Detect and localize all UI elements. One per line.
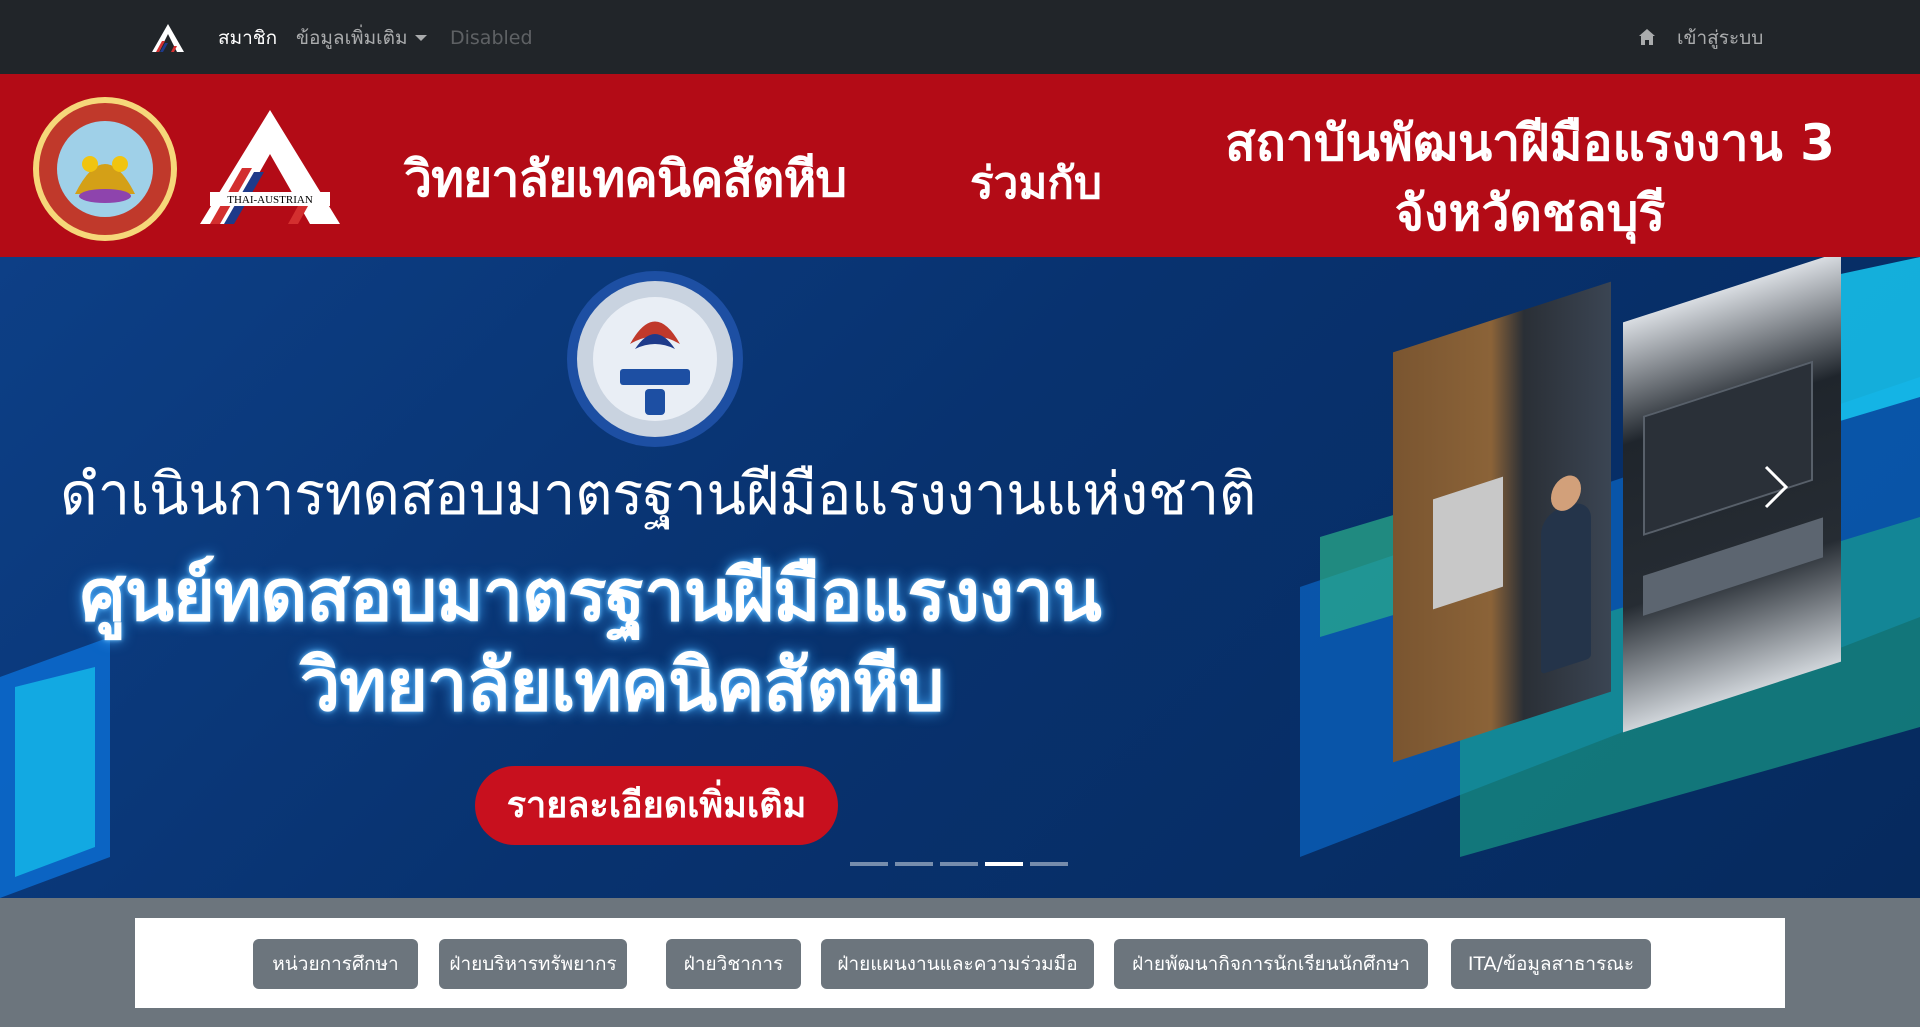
department-nav-panel: หน่วยการศึกษา ฝ่ายบริหารทรัพยากร ฝ่ายวิช… (135, 918, 1785, 1008)
header-banner: THAI-AUSTRIAN วิทยาลัยเทคนิคสัตหีบ ร่วมก… (0, 74, 1920, 257)
caret-down-icon (415, 35, 428, 41)
banner-with-text: ร่วมกับ (970, 158, 1102, 209)
svg-text:THAI-AUSTRIAN: THAI-AUSTRIAN (227, 194, 313, 206)
carousel-indicator-active[interactable] (985, 862, 1023, 866)
dept-button-planning-cooperation[interactable]: ฝ่ายแผนงานและความร่วมมือ (821, 939, 1094, 989)
nav-member-link[interactable]: สมาชิก (218, 26, 277, 50)
more-details-button[interactable]: รายละเอียดเพิ่มเติม (475, 766, 838, 845)
banner-institute-line1: สถาบันพัฒนาฝีมือแรงงาน 3 (1225, 114, 1835, 172)
photo-panel (1433, 476, 1503, 610)
slide-title-line2: วิทยาลัยเทคนิคสัตหีบ (300, 643, 944, 727)
thai-austrian-logo-icon[interactable] (150, 22, 186, 54)
dept-button-ita-public-info[interactable]: ITA/ข้อมูลสาธารณะ (1451, 939, 1651, 989)
dept-button-academic[interactable]: ฝ่ายวิชาการ (666, 939, 801, 989)
thai-austrian-banner-logo: THAI-AUSTRIAN (200, 110, 340, 224)
skill-standard-logo (567, 271, 743, 447)
dept-button-student-affairs[interactable]: ฝ่ายพัฒนากิจการนักเรียนนักศึกษา (1114, 939, 1428, 989)
banner-institute-line2: จังหวัดชลบุรี (1394, 184, 1666, 242)
nav-more-info-label: ข้อมูลเพิ่มเติม (296, 27, 408, 49)
photo-terminal-block (1643, 517, 1823, 616)
slide-subtitle: ดำเนินการทดสอบมาตรฐานฝีมือแรงงานแห่งชาติ (60, 460, 1256, 528)
carousel-indicator[interactable] (895, 862, 933, 866)
slide-photo-plc-panel (1623, 257, 1841, 733)
dept-button-resource-management[interactable]: ฝ่ายบริหารทรัพยากร (439, 939, 627, 989)
login-link[interactable]: เข้าสู่ระบบ (1677, 26, 1763, 50)
nav-more-info-dropdown[interactable]: ข้อมูลเพิ่มเติม (296, 26, 428, 50)
chevron-right-icon[interactable] (1756, 457, 1796, 517)
banner-college-name: วิทยาลัยเทคนิคสัตหีบ (404, 150, 847, 208)
home-icon[interactable] (1637, 27, 1657, 47)
nav-disabled-link: Disabled (450, 27, 533, 49)
slide-photo-electrical-board (1393, 281, 1611, 763)
carousel-indicators (850, 862, 1070, 868)
banner-institute-name: สถาบันพัฒนาฝีมือแรงงาน 3 จังหวัดชลบุรี (1160, 108, 1900, 248)
dept-button-education-unit[interactable]: หน่วยการศึกษา (253, 939, 418, 989)
carousel-indicator[interactable] (1030, 862, 1068, 866)
carousel-indicator[interactable] (940, 862, 978, 866)
photo-person (1541, 498, 1591, 675)
top-navbar: สมาชิก ข้อมูลเพิ่มเติม Disabled เข้าสู่ร… (0, 0, 1920, 74)
department-seal-icon (33, 97, 177, 241)
hero-carousel: ดำเนินการทดสอบมาตรฐานฝีมือแรงงานแห่งชาติ… (0, 257, 1920, 898)
carousel-indicator[interactable] (850, 862, 888, 866)
